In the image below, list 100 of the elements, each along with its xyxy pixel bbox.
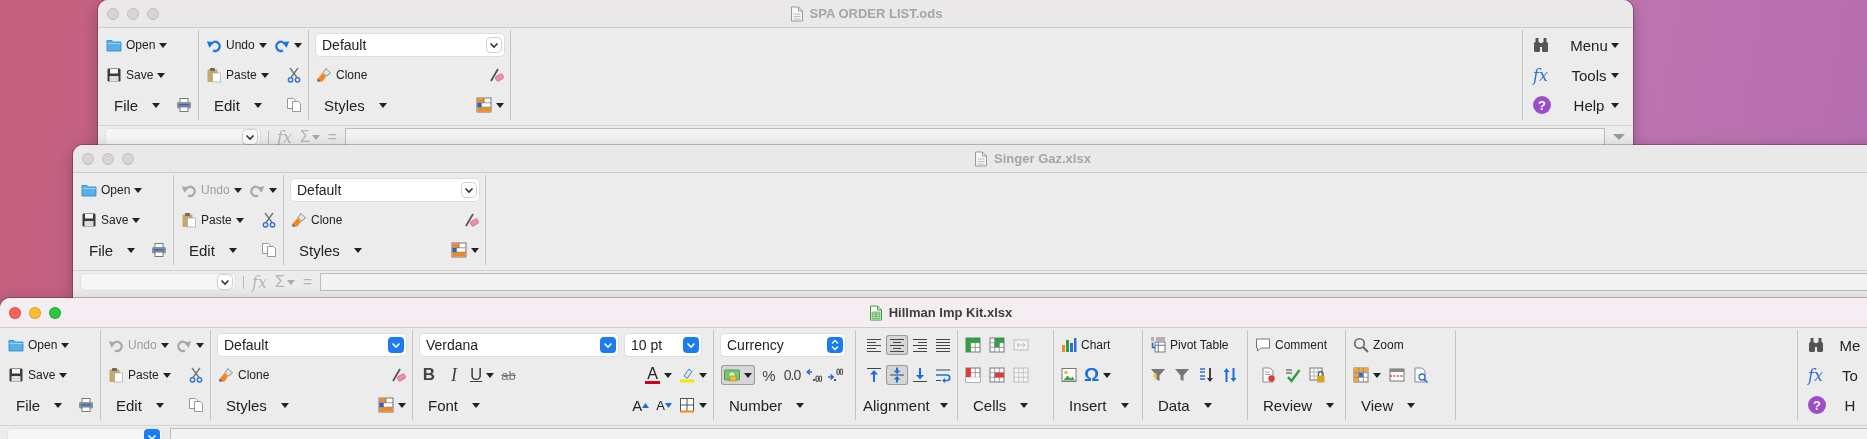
- freeze-panes-button[interactable]: [1353, 367, 1381, 383]
- chart-button[interactable]: Chart: [1061, 337, 1111, 353]
- group-menu-button[interactable]: Edit: [189, 241, 237, 259]
- shrink-font-button[interactable]: A: [656, 397, 672, 413]
- spell-check-icon[interactable]: [1285, 367, 1301, 383]
- formula-input[interactable]: [345, 128, 1605, 146]
- menu-button[interactable]: fx Tools: [1533, 65, 1619, 85]
- strikethrough-button[interactable]: ab: [501, 367, 516, 383]
- printer-icon[interactable]: [176, 97, 192, 113]
- bold-button[interactable]: B: [420, 365, 438, 385]
- delete-decimal-icon[interactable]: [827, 367, 843, 383]
- eraser-icon[interactable]: [488, 67, 504, 83]
- group-menu-button[interactable]: Edit: [214, 96, 262, 114]
- group-menu-button[interactable]: Number: [729, 396, 805, 414]
- percent-button[interactable]: %: [760, 366, 778, 384]
- group-menu-button[interactable]: Cells: [973, 396, 1029, 414]
- font-color-button[interactable]: A: [645, 366, 672, 384]
- font-name-field[interactable]: Verdana: [420, 334, 618, 356]
- eraser-icon[interactable]: [463, 212, 479, 228]
- protect-sheet-icon[interactable]: [1309, 367, 1325, 383]
- number-format-field[interactable]: Currency: [721, 334, 845, 356]
- group-menu-button[interactable]: Review: [1263, 396, 1335, 414]
- group-menu-button[interactable]: File: [114, 96, 161, 114]
- delete-columns-icon[interactable]: [989, 367, 1005, 383]
- expand-icon[interactable]: [1613, 134, 1625, 140]
- image-icon[interactable]: [1061, 367, 1077, 383]
- underline-button[interactable]: U: [470, 365, 495, 385]
- caret-icon: [353, 247, 362, 253]
- clone-button[interactable]: Clone: [316, 67, 368, 83]
- printer-icon[interactable]: [78, 397, 94, 413]
- track-changes-icon[interactable]: [1261, 367, 1277, 383]
- style-grid-button[interactable]: [378, 397, 406, 413]
- open-button[interactable]: Open: [106, 37, 168, 53]
- menu-button[interactable]: Me: [1808, 336, 1866, 354]
- copy-icon[interactable]: [261, 242, 277, 258]
- scissors-icon[interactable]: [261, 212, 277, 228]
- currency-button[interactable]: [721, 365, 755, 385]
- clone-button[interactable]: Clone: [291, 212, 343, 228]
- print-preview-icon[interactable]: [1413, 367, 1429, 383]
- group-menu-button[interactable]: Data: [1158, 396, 1212, 414]
- sort-icon[interactable]: [1222, 367, 1238, 383]
- group-menu-button[interactable]: Styles: [226, 396, 289, 414]
- group-menu-button[interactable]: Font: [428, 396, 480, 414]
- eraser-icon[interactable]: [390, 367, 406, 383]
- menu-button[interactable]: ? Help: [1533, 96, 1619, 114]
- clone-button[interactable]: Clone: [218, 367, 270, 383]
- group-menu-button[interactable]: Insert: [1069, 396, 1129, 414]
- paste-button[interactable]: Paste: [206, 67, 269, 83]
- scissors-icon[interactable]: [188, 367, 204, 383]
- style-grid-button[interactable]: [451, 242, 479, 258]
- copy-icon[interactable]: [188, 397, 204, 413]
- delete-rows-icon[interactable]: [965, 367, 981, 383]
- split-window-icon[interactable]: [1389, 367, 1405, 383]
- group-menu-button[interactable]: Alignment: [863, 396, 948, 414]
- italic-button[interactable]: I: [445, 364, 463, 386]
- undo-button[interactable]: Undo: [206, 37, 267, 53]
- name-box[interactable]: [106, 129, 260, 145]
- style-combo-box[interactable]: Default: [218, 334, 406, 356]
- standard-format-button[interactable]: 0.0: [783, 367, 801, 383]
- pivot-table-button[interactable]: Pivot Table: [1150, 337, 1229, 353]
- group-menu-button[interactable]: View: [1361, 396, 1416, 414]
- style-grid-button[interactable]: [476, 97, 504, 113]
- menu-button[interactable]: Menu: [1533, 36, 1619, 54]
- folder-icon: [8, 337, 24, 353]
- add-decimal-icon[interactable]: [806, 367, 822, 383]
- paste-button[interactable]: Paste: [181, 212, 244, 228]
- scissors-icon[interactable]: [286, 67, 302, 83]
- filter-icon[interactable]: [1174, 367, 1190, 383]
- merge-cells-icon[interactable]: [1013, 337, 1029, 353]
- group-menu-button[interactable]: Styles: [299, 241, 362, 259]
- caret-icon: [1407, 402, 1416, 408]
- zoom-button[interactable]: Zoom: [1353, 337, 1404, 353]
- insert-columns-icon[interactable]: [989, 337, 1005, 353]
- menu-button[interactable]: fx To: [1808, 365, 1866, 385]
- save-button[interactable]: Save: [106, 67, 166, 83]
- menu-button[interactable]: ? H: [1808, 396, 1866, 414]
- save-button[interactable]: Save: [81, 212, 141, 228]
- printer-icon[interactable]: [151, 242, 167, 258]
- special-character-button[interactable]: Ω: [1084, 364, 1112, 386]
- copy-icon[interactable]: [286, 97, 302, 113]
- open-button[interactable]: Open: [8, 337, 70, 353]
- grow-font-button[interactable]: A: [632, 396, 650, 414]
- open-button[interactable]: Open: [81, 182, 143, 198]
- save-button[interactable]: Save: [8, 367, 68, 383]
- style-combo-box[interactable]: Default: [316, 34, 504, 56]
- group-menu-button[interactable]: File: [16, 396, 63, 414]
- group-menu-button[interactable]: File: [89, 241, 136, 259]
- sort-ascending-icon[interactable]: [1198, 367, 1214, 383]
- group-menu-button[interactable]: Edit: [116, 396, 164, 414]
- highlight-button[interactable]: [679, 367, 707, 383]
- alignment-button[interactable]: [886, 335, 908, 355]
- group-menu-button[interactable]: Styles: [324, 96, 387, 114]
- insert-rows-icon[interactable]: [965, 337, 981, 353]
- paste-button[interactable]: Paste: [108, 367, 171, 383]
- autofilter-icon[interactable]: [1150, 367, 1166, 383]
- borders-button[interactable]: [679, 397, 707, 413]
- formula-input[interactable]: [320, 273, 1867, 291]
- style-combo-box[interactable]: Default: [291, 179, 479, 201]
- font-size-field[interactable]: 10 pt: [625, 334, 701, 356]
- comment-button[interactable]: Comment: [1255, 337, 1327, 353]
